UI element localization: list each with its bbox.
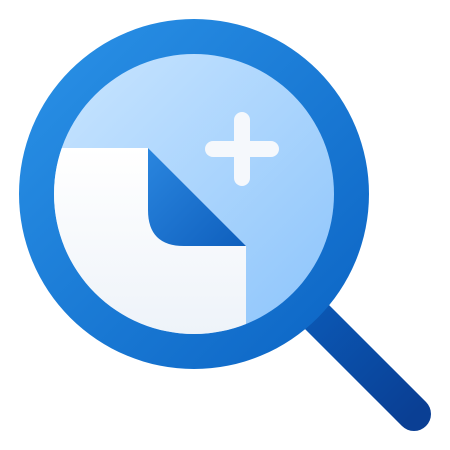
magnifier-icon-graphic	[19, 19, 431, 431]
zoom-in-document-icon	[0, 0, 450, 450]
